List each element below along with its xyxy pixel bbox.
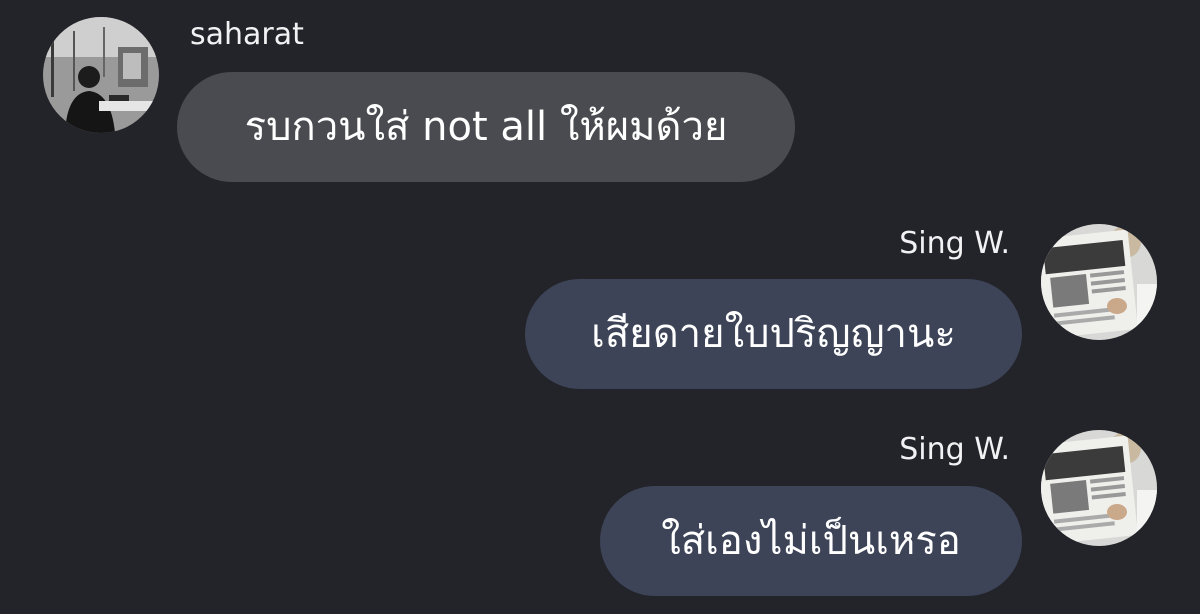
message-bubble[interactable]: เสียดายใบปริญญานะ [525,279,1022,389]
newspaper-photo-avatar-icon [1041,224,1157,340]
message-text: เสียดายใบปริญญานะ [591,311,956,357]
message-text: รบกวนใส่ not all ให้ผมด้วย [244,104,728,150]
sender-name: Sing W. [899,432,1010,467]
message-bubble[interactable]: รบกวนใส่ not all ให้ผมด้วย [177,72,795,182]
user-photo-avatar-icon [43,17,159,133]
chat-thread: saharat รบกวนใส่ not all ให้ผมด้วย Sing … [0,0,1200,614]
sing-w-avatar[interactable] [1041,430,1157,546]
sing-w-avatar[interactable] [1041,224,1157,340]
message-text: ใส่เองไม่เป็นเหรอ [661,518,961,564]
newspaper-photo-avatar-icon [1041,430,1157,546]
message-bubble[interactable]: ใส่เองไม่เป็นเหรอ [600,486,1022,596]
sender-name: saharat [190,17,304,52]
sender-name: Sing W. [899,226,1010,261]
saharat-avatar[interactable] [43,17,159,133]
